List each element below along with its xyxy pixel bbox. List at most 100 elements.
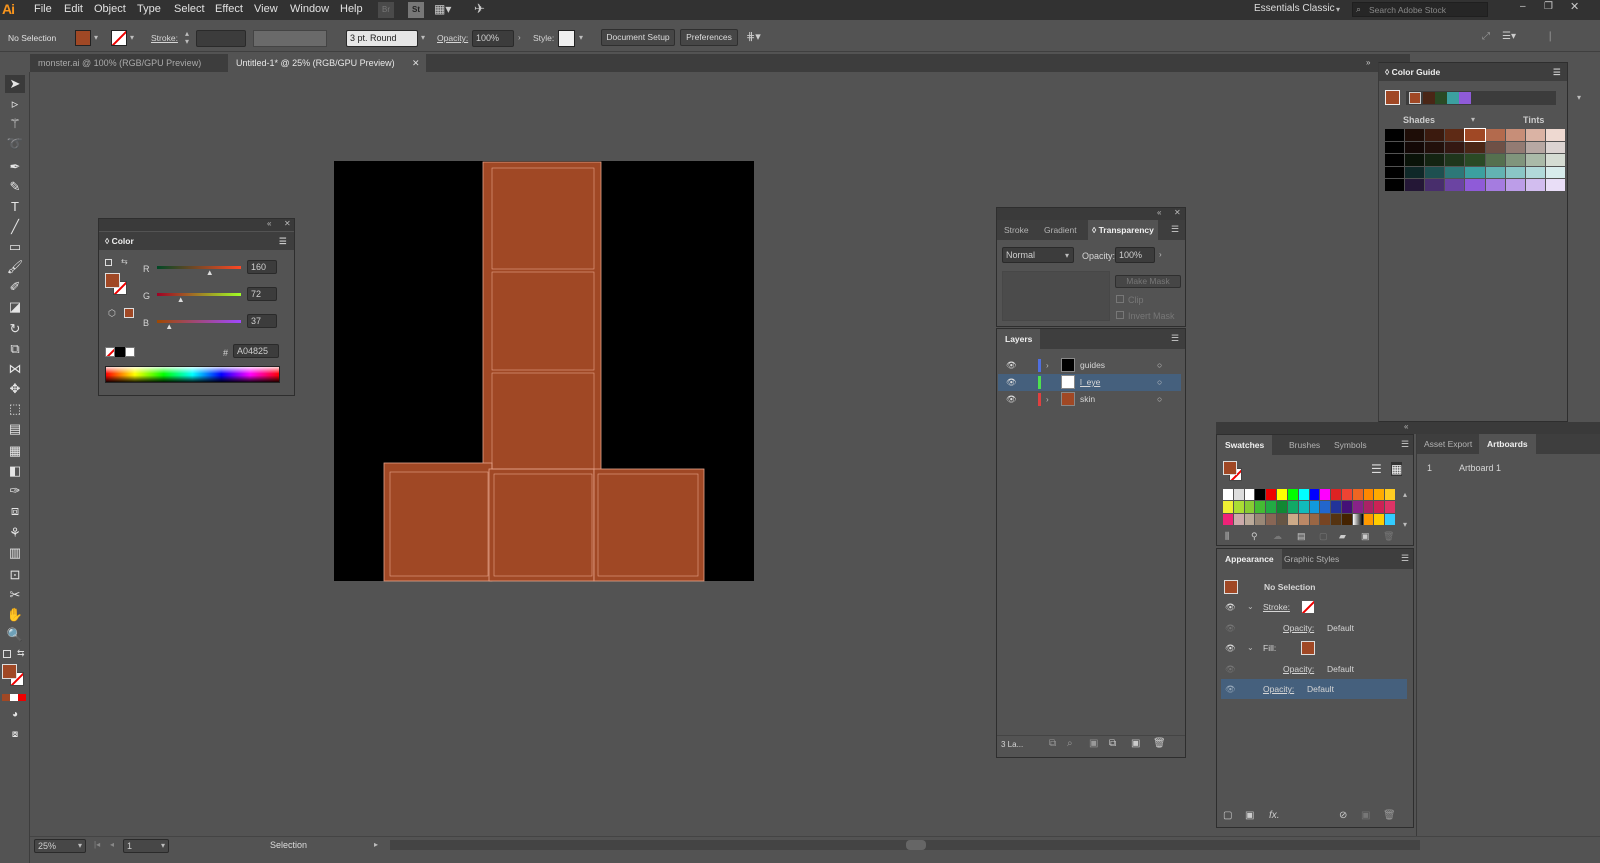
tab-asset-export[interactable]: Asset Export <box>1424 434 1472 454</box>
chevron-down-icon[interactable]: ▾ <box>78 841 82 850</box>
close-icon[interactable]: ✕ <box>284 219 291 228</box>
dock-titlebar[interactable]: « <box>1216 422 1600 434</box>
color-variations-grid[interactable] <box>1385 128 1565 191</box>
make-mask-button[interactable]: Make Mask <box>1115 275 1181 288</box>
opacity-input[interactable]: 100% <box>1115 247 1155 263</box>
appearance-stroke-row[interactable]: 👁 ⌄ Stroke: <box>1221 597 1407 617</box>
clear-appearance-icon[interactable]: ⊘ <box>1339 810 1347 821</box>
appearance-fill-row[interactable]: 👁 ⌄ Fill: <box>1221 638 1407 658</box>
fill-attribute-label[interactable]: Fill: <box>1263 638 1276 658</box>
swatch-grid[interactable] <box>1223 489 1395 525</box>
g-slider-thumb[interactable]: ▲ <box>177 295 185 304</box>
fill-color-icon[interactable] <box>1223 461 1237 475</box>
hex-input[interactable]: A04825 <box>233 344 279 358</box>
scroll-up-icon[interactable]: ▴ <box>1403 490 1407 499</box>
trash-icon[interactable]: 🗑 <box>1153 738 1166 749</box>
fill-color-icon[interactable] <box>1301 641 1315 655</box>
chevron-right-icon[interactable]: › <box>1046 357 1049 374</box>
fill-color-icon[interactable] <box>105 273 120 288</box>
close-icon[interactable]: ✕ <box>1174 208 1181 217</box>
chevron-down-icon[interactable]: ⌄ <box>1247 638 1254 658</box>
export-icon[interactable]: ⧉ <box>1049 738 1056 749</box>
collapse-icon[interactable]: « <box>267 219 271 228</box>
default-colors-icon[interactable] <box>105 259 112 266</box>
panel-menu-icon[interactable]: ☰ <box>1553 63 1561 81</box>
locate-object-icon[interactable]: ⌕ <box>1067 738 1073 749</box>
layer-name[interactable]: guides <box>1080 357 1105 374</box>
color-panel-tab[interactable]: ◊ Color ☰ <box>99 232 294 250</box>
chevron-down-icon[interactable]: ▾ <box>1577 93 1581 102</box>
target-icon[interactable]: ○ <box>1157 357 1162 374</box>
tab-layers[interactable]: Layers <box>997 329 1041 349</box>
tab-swatches[interactable]: Swatches <box>1217 435 1273 455</box>
layer-name[interactable]: l_eye <box>1080 374 1100 391</box>
duplicate-item-icon[interactable]: ▣ <box>1361 810 1370 821</box>
r-input[interactable]: 160 <box>247 260 277 274</box>
eye-icon[interactable]: 👁 <box>1225 618 1236 638</box>
invert-mask-checkbox[interactable] <box>1116 311 1124 319</box>
add-fill-icon[interactable]: ▣ <box>1245 810 1254 821</box>
list-view-icon[interactable]: ☰ <box>1371 462 1382 476</box>
none-color-icon[interactable] <box>105 347 115 357</box>
eye-icon[interactable]: 👁 <box>1006 391 1017 408</box>
swatch-options-icon[interactable]: ▢ <box>1319 531 1328 542</box>
collapse-icon[interactable]: « <box>1157 208 1161 217</box>
layer-row-guides[interactable]: 👁 › guides ○ <box>998 357 1181 374</box>
layer-name[interactable]: skin <box>1080 391 1095 408</box>
first-artboard-icon[interactable]: |◂ <box>94 840 100 849</box>
target-icon[interactable]: ○ <box>1157 391 1162 408</box>
eye-icon[interactable]: 👁 <box>1006 357 1017 374</box>
layer-row-l-eye[interactable]: 👁 l_eye ○ <box>998 374 1181 391</box>
closest-color-swatch[interactable] <box>124 308 134 318</box>
trash-icon[interactable]: 🗑 <box>1383 531 1394 542</box>
b-input[interactable]: 37 <box>247 314 277 328</box>
color-guide-tab[interactable]: ◊ Color Guide ☰ <box>1379 63 1567 81</box>
scrollbar-thumb[interactable] <box>906 840 926 850</box>
panel-menu-icon[interactable]: ☰ <box>1171 333 1179 344</box>
trash-icon[interactable]: 🗑 <box>1383 810 1396 821</box>
panel-titlebar[interactable]: « ✕ <box>99 219 294 231</box>
b-slider[interactable]: ▲ <box>157 320 241 331</box>
panel-menu-icon[interactable]: ☰ <box>279 232 287 250</box>
eye-icon[interactable]: 👁 <box>1225 597 1236 617</box>
cloud-icon[interactable]: ☁ <box>1273 531 1282 542</box>
place-swatch-icon[interactable]: ⚲ <box>1251 531 1258 542</box>
tab-artboards[interactable]: Artboards <box>1479 434 1536 454</box>
panel-titlebar[interactable]: « ✕ <box>997 208 1185 220</box>
horizontal-scrollbar[interactable] <box>390 840 1420 850</box>
g-slider[interactable]: ▲ <box>157 293 241 304</box>
stroke-attribute-label[interactable]: Stroke: <box>1263 597 1290 617</box>
out-of-gamut-icon[interactable]: ⬡ <box>108 308 116 319</box>
chevron-right-icon[interactable]: › <box>1159 250 1162 259</box>
tab-transparency[interactable]: ◊ Transparency <box>1088 220 1158 240</box>
add-stroke-icon[interactable]: ▢ <box>1223 810 1232 821</box>
panel-menu-icon[interactable]: ☰ <box>1401 553 1409 564</box>
opacity-link[interactable]: Opacity: <box>1283 618 1314 638</box>
swap-colors-icon[interactable]: ⇆ <box>121 257 128 266</box>
b-slider-thumb[interactable]: ▲ <box>165 322 173 331</box>
grid-view-icon[interactable]: ▦ <box>1391 462 1403 476</box>
artboard-row[interactable]: 1 Artboard 1 <box>1417 460 1600 476</box>
r-slider-thumb[interactable]: ▲ <box>206 268 214 277</box>
new-layer-icon[interactable]: ▣ <box>1131 738 1140 749</box>
appearance-opacity-row[interactable]: 👁 Opacity: Default <box>1221 679 1407 699</box>
r-slider[interactable]: ▲ <box>157 266 241 277</box>
chevron-down-icon[interactable]: ⌄ <box>1247 597 1254 617</box>
white-swatch[interactable] <box>125 347 135 357</box>
stroke-color-icon[interactable] <box>1301 600 1315 614</box>
scroll-down-icon[interactable]: ▾ <box>1403 520 1407 529</box>
g-input[interactable]: 72 <box>247 287 277 301</box>
tab-brushes[interactable]: Brushes <box>1289 435 1320 455</box>
opacity-link[interactable]: Opacity: <box>1263 679 1294 699</box>
eye-icon[interactable]: 👁 <box>1225 659 1236 679</box>
tab-symbols[interactable]: Symbols <box>1334 435 1367 455</box>
status-menu-arrow-icon[interactable]: ▸ <box>374 840 378 849</box>
opacity-link[interactable]: Opacity: <box>1283 659 1314 679</box>
appearance-stroke-opacity-row[interactable]: 👁 Opacity: Default <box>1221 618 1407 638</box>
panel-menu-icon[interactable]: ☰ <box>1401 439 1409 450</box>
appearance-fill-opacity-row[interactable]: 👁 Opacity: Default <box>1221 659 1407 679</box>
tab-stroke[interactable]: Stroke <box>1004 220 1029 240</box>
clip-checkbox[interactable] <box>1116 295 1124 303</box>
show-kinds-icon[interactable]: ▤ <box>1297 531 1306 542</box>
eye-icon[interactable]: 👁 <box>1225 638 1236 658</box>
